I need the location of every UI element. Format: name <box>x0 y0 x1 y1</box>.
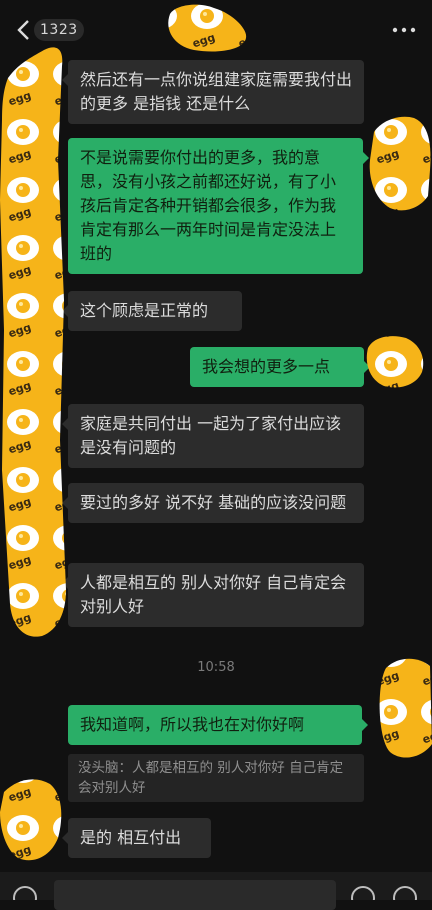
message-bubble[interactable]: 我会想的更多一点 <box>190 347 370 387</box>
chevron-left-icon[interactable] <box>14 18 36 42</box>
message-bubble[interactable]: 家庭是共同付出 一起为了家付出应该是没有问题的 <box>62 404 364 468</box>
message-bubble[interactable]: 不是说需要你付出的更多，我的意思，没有小孩之前都还好说，有了小孩后肯定各种开销都… <box>68 138 369 274</box>
message-bubble[interactable]: 要过的多好 说不好 基础的应该没问题 <box>62 483 364 523</box>
unread-count-badge[interactable]: 1323 <box>34 19 84 41</box>
voice-icon[interactable] <box>12 884 38 900</box>
chat-header: 1323 <box>0 0 432 60</box>
message-bubble[interactable]: 是的 相互付出 <box>62 818 211 858</box>
emoji-icon[interactable] <box>350 884 376 900</box>
plus-icon[interactable] <box>392 884 418 900</box>
message-bubble[interactable]: 这个顾虑是正常的 <box>62 291 242 331</box>
message-bubble[interactable]: 人都是相互的 别人对你好 自己肯定会对别人好 <box>62 563 364 627</box>
more-dots-icon[interactable] <box>390 20 418 40</box>
quoted-message[interactable]: 没头脑：人都是相互的 别人对你好 自己肯定会对别人好 <box>68 754 364 802</box>
message-timestamp: 10:58 <box>197 660 235 675</box>
message-bubble[interactable]: 然后还有一点你说组建家庭需要我付出的更多 是指钱 还是什么 <box>62 60 364 124</box>
input-bar <box>0 872 432 910</box>
message-bubble[interactable]: 我知道啊，所以我也在对你好啊 <box>68 705 368 745</box>
message-input[interactable] <box>54 880 336 910</box>
